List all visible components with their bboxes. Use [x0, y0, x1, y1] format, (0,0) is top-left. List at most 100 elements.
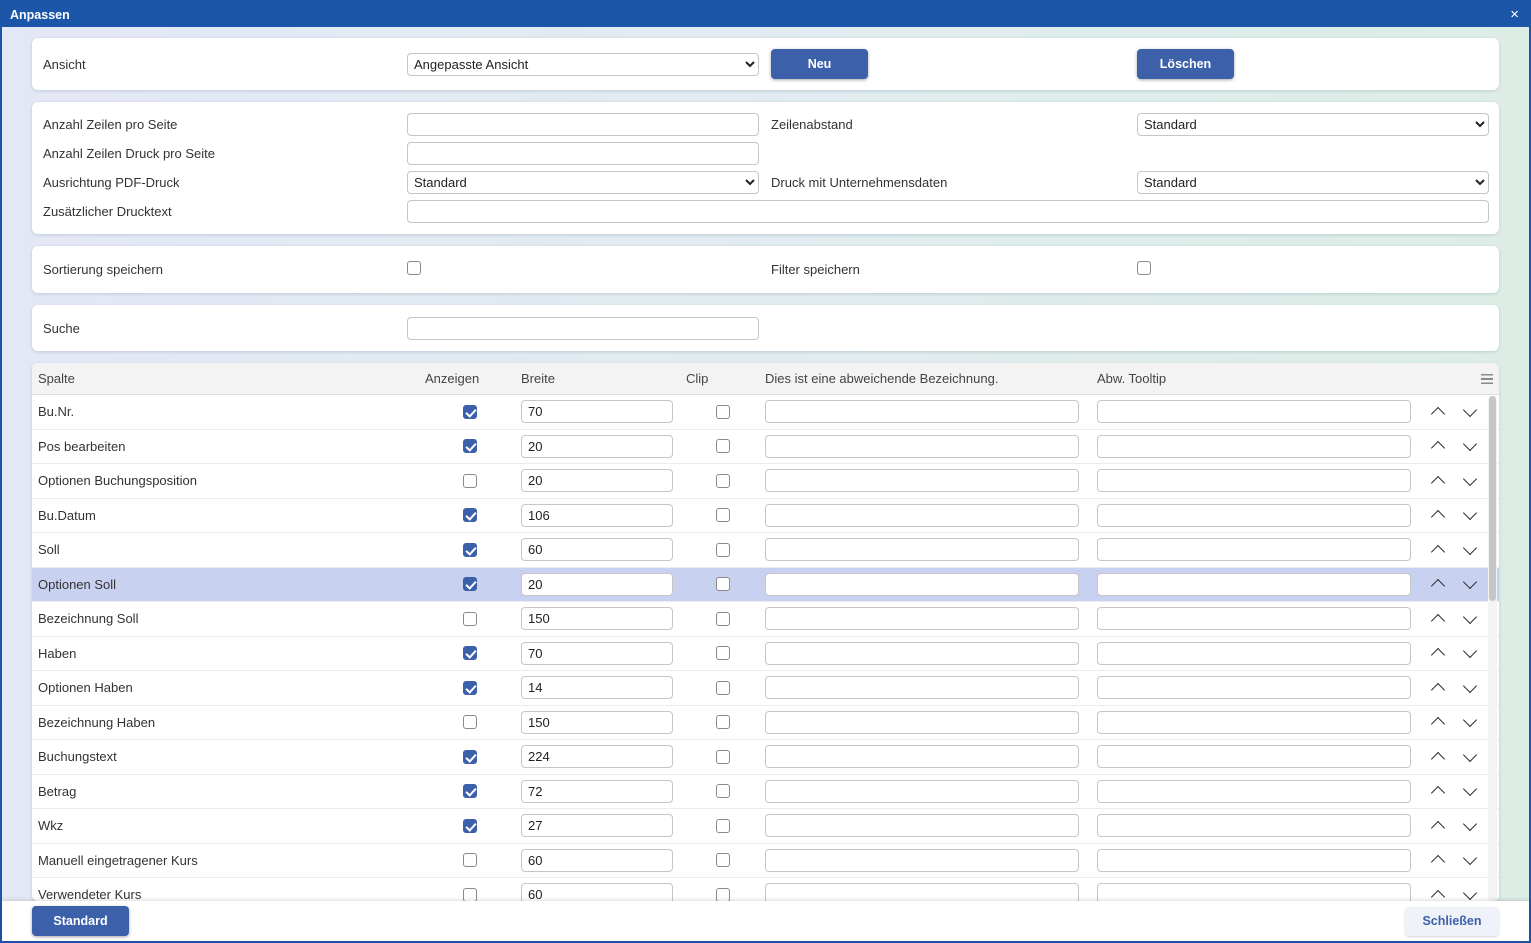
alt-label-input[interactable] — [765, 676, 1079, 700]
show-checkbox[interactable] — [463, 853, 477, 868]
clip-checkbox[interactable] — [715, 404, 730, 419]
save-sort-checkbox[interactable] — [407, 261, 421, 275]
alt-label-input[interactable] — [765, 503, 1079, 527]
move-up-icon[interactable] — [1431, 612, 1445, 626]
alt-label-input[interactable] — [765, 779, 1079, 803]
pdf-orientation-select[interactable]: Standard — [407, 171, 759, 194]
move-down-icon[interactable] — [1463, 853, 1477, 867]
clip-checkbox[interactable] — [715, 784, 730, 799]
move-down-icon[interactable] — [1463, 543, 1477, 557]
alt-tooltip-input[interactable] — [1097, 848, 1411, 872]
alt-label-input[interactable] — [765, 641, 1079, 665]
show-checkbox[interactable] — [463, 715, 477, 730]
move-down-icon[interactable] — [1463, 681, 1477, 695]
schliessen-button[interactable]: Schließen — [1405, 906, 1499, 936]
clip-checkbox[interactable] — [715, 577, 730, 592]
table-row[interactable]: Manuell eingetragener Kurs — [32, 843, 1499, 878]
print-rows-per-page-input[interactable] — [407, 142, 759, 165]
move-down-icon[interactable] — [1463, 577, 1477, 591]
table-row[interactable]: Optionen Haben — [32, 671, 1499, 706]
alt-tooltip-input[interactable] — [1097, 434, 1411, 458]
width-input[interactable] — [521, 434, 673, 458]
width-input[interactable] — [521, 503, 673, 527]
alt-label-input[interactable] — [765, 607, 1079, 631]
view-select[interactable]: Angepasste Ansicht — [407, 52, 759, 76]
alt-label-input[interactable] — [765, 814, 1079, 838]
alt-tooltip-input[interactable] — [1097, 400, 1411, 424]
move-up-icon[interactable] — [1431, 646, 1445, 660]
move-up-icon[interactable] — [1431, 819, 1445, 833]
loeschen-button[interactable]: Löschen — [1137, 49, 1234, 79]
width-input[interactable] — [521, 400, 673, 424]
show-checkbox[interactable] — [463, 577, 477, 592]
table-row[interactable]: Buchungstext — [32, 740, 1499, 775]
move-down-icon[interactable] — [1463, 888, 1477, 901]
clip-checkbox[interactable] — [715, 439, 730, 454]
width-input[interactable] — [521, 676, 673, 700]
clip-checkbox[interactable] — [715, 680, 730, 695]
alt-tooltip-input[interactable] — [1097, 883, 1411, 901]
alt-label-input[interactable] — [765, 745, 1079, 769]
alt-tooltip-input[interactable] — [1097, 745, 1411, 769]
width-input[interactable] — [521, 848, 673, 872]
show-checkbox[interactable] — [463, 473, 477, 488]
move-down-icon[interactable] — [1463, 474, 1477, 488]
move-up-icon[interactable] — [1431, 508, 1445, 522]
table-row[interactable]: Haben — [32, 636, 1499, 671]
width-input[interactable] — [521, 779, 673, 803]
move-up-icon[interactable] — [1431, 888, 1445, 901]
move-up-icon[interactable] — [1431, 439, 1445, 453]
alt-tooltip-input[interactable] — [1097, 710, 1411, 734]
alt-label-input[interactable] — [765, 848, 1079, 872]
width-input[interactable] — [521, 641, 673, 665]
alt-label-input[interactable] — [765, 469, 1079, 493]
move-up-icon[interactable] — [1431, 474, 1445, 488]
search-input[interactable] — [407, 316, 759, 340]
clip-checkbox[interactable] — [715, 542, 730, 557]
move-up-icon[interactable] — [1431, 681, 1445, 695]
move-down-icon[interactable] — [1463, 750, 1477, 764]
width-input[interactable] — [521, 710, 673, 734]
clip-checkbox[interactable] — [715, 887, 730, 901]
alt-tooltip-input[interactable] — [1097, 469, 1411, 493]
company-data-select[interactable]: Standard — [1137, 171, 1489, 194]
move-up-icon[interactable] — [1431, 715, 1445, 729]
show-checkbox[interactable] — [463, 542, 477, 557]
move-up-icon[interactable] — [1431, 853, 1445, 867]
show-checkbox[interactable] — [463, 680, 477, 695]
show-checkbox[interactable] — [463, 749, 477, 764]
extra-print-text-input[interactable] — [407, 200, 1489, 223]
alt-tooltip-input[interactable] — [1097, 607, 1411, 631]
alt-label-input[interactable] — [765, 400, 1079, 424]
table-row[interactable]: Bu.Datum — [32, 498, 1499, 533]
clip-checkbox[interactable] — [715, 818, 730, 833]
clip-checkbox[interactable] — [715, 749, 730, 764]
show-checkbox[interactable] — [463, 887, 477, 901]
alt-tooltip-input[interactable] — [1097, 503, 1411, 527]
save-filter-checkbox[interactable] — [1137, 261, 1151, 275]
show-checkbox[interactable] — [463, 818, 477, 833]
show-checkbox[interactable] — [463, 404, 477, 419]
show-checkbox[interactable] — [463, 611, 477, 626]
width-input[interactable] — [521, 883, 673, 901]
move-up-icon[interactable] — [1431, 543, 1445, 557]
clip-checkbox[interactable] — [715, 646, 730, 661]
table-scrollbar-thumb[interactable] — [1489, 396, 1496, 601]
move-down-icon[interactable] — [1463, 612, 1477, 626]
line-spacing-select[interactable]: Standard — [1137, 113, 1489, 136]
move-down-icon[interactable] — [1463, 646, 1477, 660]
clip-checkbox[interactable] — [715, 473, 730, 488]
table-row[interactable]: Soll — [32, 533, 1499, 568]
alt-label-input[interactable] — [765, 434, 1079, 458]
show-checkbox[interactable] — [463, 646, 477, 661]
table-row[interactable]: Verwendeter Kurs — [32, 878, 1499, 901]
width-input[interactable] — [521, 469, 673, 493]
clip-checkbox[interactable] — [715, 853, 730, 868]
alt-tooltip-input[interactable] — [1097, 779, 1411, 803]
table-row[interactable]: Bezeichnung Soll — [32, 602, 1499, 637]
table-row[interactable]: Optionen Soll — [32, 567, 1499, 602]
move-up-icon[interactable] — [1431, 750, 1445, 764]
table-row[interactable]: Pos bearbeiten — [32, 429, 1499, 464]
alt-tooltip-input[interactable] — [1097, 641, 1411, 665]
width-input[interactable] — [521, 538, 673, 562]
